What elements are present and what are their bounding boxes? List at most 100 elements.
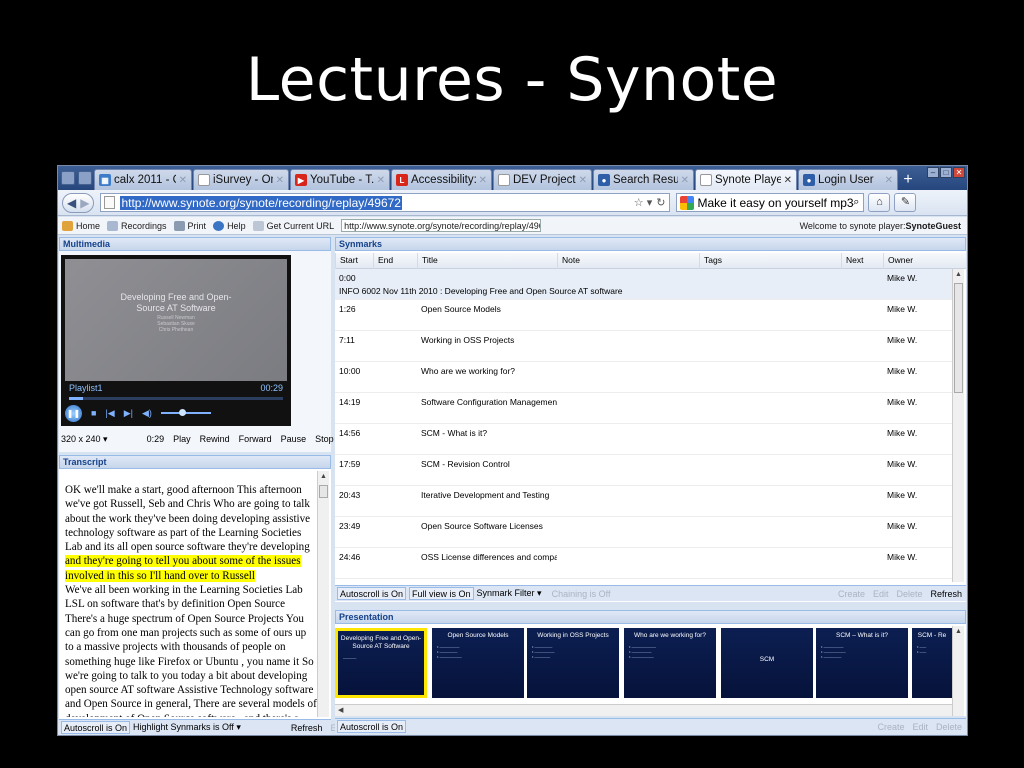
previous-icon[interactable]: |◀ (105, 408, 114, 419)
close-window-icon[interactable]: ✕ (953, 167, 965, 178)
transcript-scrollbar[interactable]: ▲ (317, 471, 329, 717)
volume-slider[interactable] (160, 409, 211, 416)
back-arrow-icon[interactable]: ◀ (67, 196, 76, 210)
tab-login-user[interactable]: ● Login User ✕ (798, 169, 898, 190)
table-row[interactable]: 7:11 Working in OSS Projects Mike W. (335, 331, 952, 362)
scroll-up-icon[interactable]: ▲ (953, 626, 964, 638)
table-row[interactable]: 14:19 Software Configuration Management (… (335, 393, 952, 424)
tab-synote-player[interactable]: Synote Player ✕ (695, 169, 797, 190)
delete-button[interactable]: Delete (936, 722, 962, 732)
table-row[interactable]: 23:49 Open Source Software Licenses Mike W… (335, 517, 952, 548)
transcript-text[interactable]: OK we'll make a start, good afternoon Th… (61, 471, 317, 717)
edit-button[interactable]: Edit (912, 722, 928, 732)
volume-icon[interactable]: ◀) (142, 408, 152, 419)
close-icon[interactable]: ✕ (579, 175, 587, 186)
forward-arrow-icon[interactable]: ▶ (80, 196, 89, 210)
create-button[interactable]: Create (838, 589, 865, 599)
home-link[interactable]: Home (62, 220, 100, 231)
slide-thumbnail[interactable]: Developing Free and Open-Source AT Softw… (335, 628, 427, 698)
home-icon[interactable]: ⌂ (868, 193, 891, 212)
table-row[interactable]: 14:56 SCM - What is it? Mike W. (335, 424, 952, 455)
play-button[interactable]: Play (173, 434, 191, 444)
search-box[interactable]: Make it easy on yourself mp3 ⌕ (676, 193, 865, 212)
slide-thumbnail[interactable]: Who are we working for? • ‒‒‒‒‒‒‒‒‒‒‒ • ‒‒… (624, 628, 716, 698)
tab-dev-project[interactable]: DEV Project ...✕ (493, 169, 592, 190)
scroll-thumb[interactable] (954, 283, 963, 393)
fullview-toggle[interactable]: Full view is On (409, 587, 474, 600)
stop-icon[interactable]: ■ (91, 408, 96, 418)
highlight-synmarks-toggle[interactable]: Highlight Synmarks is Off ▾ (133, 722, 241, 733)
video-player[interactable]: Developing Free and Open-Source AT Softw… (61, 255, 291, 426)
slide-thumbnail[interactable]: Working in OSS Projects • ‒‒‒‒‒‒‒‒ • ‒‒‒‒‒… (527, 628, 619, 698)
presentation-scrollbar[interactable]: ▲ (952, 626, 964, 716)
close-icon[interactable]: ✕ (784, 175, 792, 186)
tab-accessibility[interactable]: LAccessibility:...✕ (391, 169, 492, 190)
bookmark-star-icon[interactable]: ☆ ▾ (634, 196, 652, 209)
url-text[interactable]: http://www.synote.org/synote/recording/r… (120, 195, 402, 210)
rewind-button[interactable]: Rewind (200, 434, 230, 444)
column-title[interactable]: Title (417, 253, 557, 269)
help-link[interactable]: Help (213, 220, 246, 231)
column-note[interactable]: Note (557, 253, 699, 269)
column-start[interactable]: Start (335, 253, 373, 269)
autoscroll-toggle[interactable]: Autoscroll is On (337, 587, 407, 600)
addon-icon[interactable]: ✎ (894, 193, 917, 212)
scroll-thumb[interactable] (319, 485, 328, 498)
close-icon[interactable]: ✕ (681, 175, 689, 186)
close-icon[interactable]: ✕ (276, 175, 284, 186)
refresh-button[interactable]: Refresh (930, 589, 962, 599)
delete-button[interactable]: Delete (896, 589, 922, 599)
tab-isurvey[interactable]: iSurvey - Onl...✕ (193, 169, 289, 190)
slide-thumbnail[interactable]: SCM - Re • ‒‒‒ • ‒‒‒ (912, 628, 952, 698)
stop-button[interactable]: Stop (315, 434, 334, 444)
close-icon[interactable]: ✕ (377, 175, 385, 186)
history-icon[interactable] (78, 171, 92, 185)
slide-thumbnail[interactable]: SCM – What is it? • ‒‒‒‒‒‒‒‒‒ • ‒‒‒‒‒‒‒‒‒‒… (816, 628, 908, 698)
new-tab-button[interactable]: + (899, 171, 917, 190)
synmark-filter-menu[interactable]: Synmark Filter ▾ (477, 588, 542, 599)
slide-thumbnail[interactable]: SCM (721, 628, 813, 698)
table-row[interactable]: 17:59 SCM - Revision Control Mike W. (335, 455, 952, 486)
close-icon[interactable]: ✕ (479, 175, 487, 186)
presentation-hscrollbar[interactable]: ◀ (335, 704, 952, 716)
volume-knob[interactable] (178, 409, 186, 416)
table-row[interactable]: 0:00 Mike W. INFO 6002 Nov 11th 2010 : D… (335, 269, 952, 300)
close-icon[interactable]: ✕ (885, 175, 893, 186)
table-row[interactable]: 20:43 Iterative Development and Testing Mi… (335, 486, 952, 517)
print-link[interactable]: Print (173, 220, 206, 231)
pause-button[interactable]: Pause (281, 434, 307, 444)
video-size-select[interactable]: 320 x 240 ▾ (61, 434, 108, 445)
table-row[interactable]: 10:00 Who are we working for? Mike W. (335, 362, 952, 393)
chaining-toggle[interactable]: Chaining is Off (552, 589, 611, 599)
column-tags[interactable]: Tags (699, 253, 841, 269)
minimize-icon[interactable]: – (927, 167, 939, 178)
recordings-link[interactable]: Recordings (107, 220, 167, 231)
refresh-button[interactable]: Refresh (291, 723, 323, 733)
column-end[interactable]: End (373, 253, 417, 269)
table-row[interactable]: 1:26 Open Source Models Mike W. (335, 300, 952, 331)
search-input[interactable]: Make it easy on yourself mp3 (697, 196, 853, 210)
create-button[interactable]: Create (877, 722, 904, 732)
autoscroll-toggle[interactable]: Autoscroll is On (61, 721, 131, 734)
scroll-left-icon[interactable]: ◀ (338, 707, 343, 714)
column-owner[interactable]: Owner (883, 253, 966, 269)
next-icon[interactable]: ▶| (124, 408, 133, 419)
reload-icon[interactable]: ↻ (656, 196, 665, 209)
get-url-link[interactable]: Get Current URL (252, 220, 334, 231)
google-icon[interactable] (680, 195, 695, 210)
autoscroll-toggle[interactable]: Autoscroll is On (337, 720, 407, 733)
current-url-field[interactable]: http://www.synote.org/synote/recording/r… (341, 219, 542, 232)
play-pause-icon[interactable]: ❚❚ (65, 404, 82, 422)
firefox-menu-icon[interactable] (61, 171, 75, 185)
edit-button[interactable]: Edit (873, 589, 889, 599)
scroll-up-icon[interactable]: ▲ (318, 471, 329, 483)
column-next[interactable]: Next (841, 253, 883, 269)
tab-search-result[interactable]: ●Search Result✕ (593, 169, 694, 190)
slide-thumbnail[interactable]: Open Source Models • ‒‒‒‒‒‒‒‒‒ • ‒‒‒‒‒‒‒‒ •… (432, 628, 524, 698)
tab-calx[interactable]: ▦calx 2011 - G...✕ (94, 169, 192, 190)
url-bar[interactable]: http://www.synote.org/synote/recording/r… (100, 193, 671, 212)
close-icon[interactable]: ✕ (179, 175, 187, 186)
tab-youtube[interactable]: ▶ YouTube - T... ✕ (290, 169, 390, 190)
forward-button[interactable]: Forward (239, 434, 272, 444)
maximize-icon[interactable]: □ (940, 167, 952, 178)
